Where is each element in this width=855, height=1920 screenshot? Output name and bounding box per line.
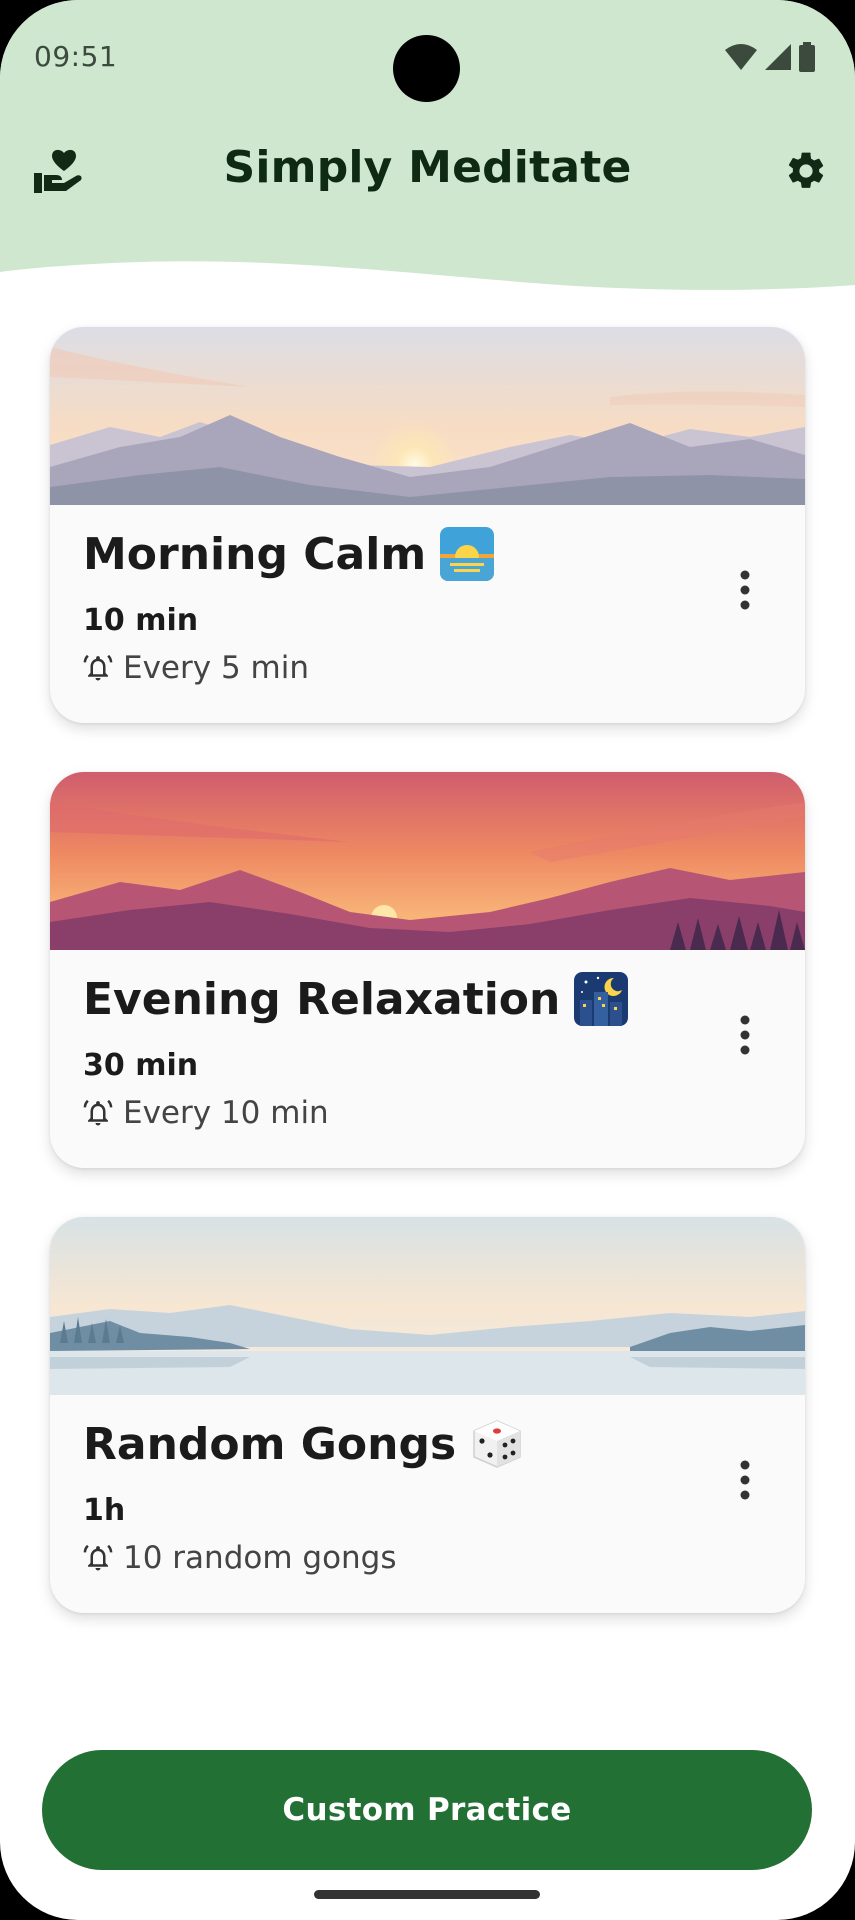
- app-title: Simply Meditate: [223, 142, 632, 193]
- gesture-nav-handle[interactable]: [314, 1890, 540, 1899]
- practice-card-random-gongs[interactable]: Random Gongs 1h 10 random gongs: [50, 1217, 805, 1613]
- practice-more-menu-button[interactable]: [725, 1000, 765, 1070]
- card-body: Evening Relaxation 30 min Every 10 min: [50, 950, 805, 1168]
- camera-cutout: [393, 35, 460, 102]
- more-vertical-icon: [740, 1460, 750, 1500]
- sunrise-emoji-icon: [440, 527, 495, 581]
- wifi-icon: [725, 44, 757, 70]
- practice-more-menu-button[interactable]: [725, 555, 765, 625]
- bell-alarm-icon: [83, 1099, 113, 1126]
- game-die-emoji-icon: [473, 1420, 521, 1468]
- app-header: 09:51 Simply Meditate: [0, 0, 855, 300]
- bell-alarm-icon: [83, 1544, 113, 1571]
- practice-bell-info: Every 5 min: [83, 650, 309, 686]
- evening-landscape-image: [50, 772, 805, 950]
- settings-button[interactable]: [774, 139, 838, 203]
- status-icons: [725, 42, 815, 72]
- more-vertical-icon: [740, 1015, 750, 1055]
- cellular-signal-icon: [765, 44, 791, 70]
- practice-card-evening-relaxation[interactable]: Evening Relaxation 30 min Every 10 min: [50, 772, 805, 1168]
- more-vertical-icon: [740, 570, 750, 610]
- bell-alarm-icon: [83, 654, 113, 681]
- night-city-emoji-icon: [574, 972, 629, 1026]
- practice-title: Evening Relaxation: [83, 972, 629, 1026]
- battery-icon: [799, 42, 815, 72]
- card-body: Random Gongs 1h 10 random gongs: [50, 1395, 805, 1613]
- lake-landscape-image: [50, 1217, 805, 1395]
- practice-duration: 10 min: [83, 603, 199, 638]
- morning-landscape-image: [50, 327, 805, 505]
- practice-card-morning-calm[interactable]: Morning Calm 10 min Every 5 min: [50, 327, 805, 723]
- practice-bell-info: 10 random gongs: [83, 1540, 397, 1576]
- practice-duration: 1h: [83, 1493, 126, 1528]
- practice-bell-info: Every 10 min: [83, 1095, 329, 1131]
- card-body: Morning Calm 10 min Every 5 min: [50, 505, 805, 723]
- practice-title: Random Gongs: [83, 1417, 524, 1471]
- gear-icon: [788, 152, 824, 188]
- practice-duration: 30 min: [83, 1048, 199, 1083]
- app-screen: 09:51 Simply Meditate Morning Calm 10 mi…: [0, 0, 855, 1920]
- practice-more-menu-button[interactable]: [725, 1445, 765, 1515]
- status-time: 09:51: [34, 40, 118, 73]
- custom-practice-button[interactable]: Custom Practice: [42, 1750, 812, 1870]
- practice-title: Morning Calm: [83, 527, 495, 581]
